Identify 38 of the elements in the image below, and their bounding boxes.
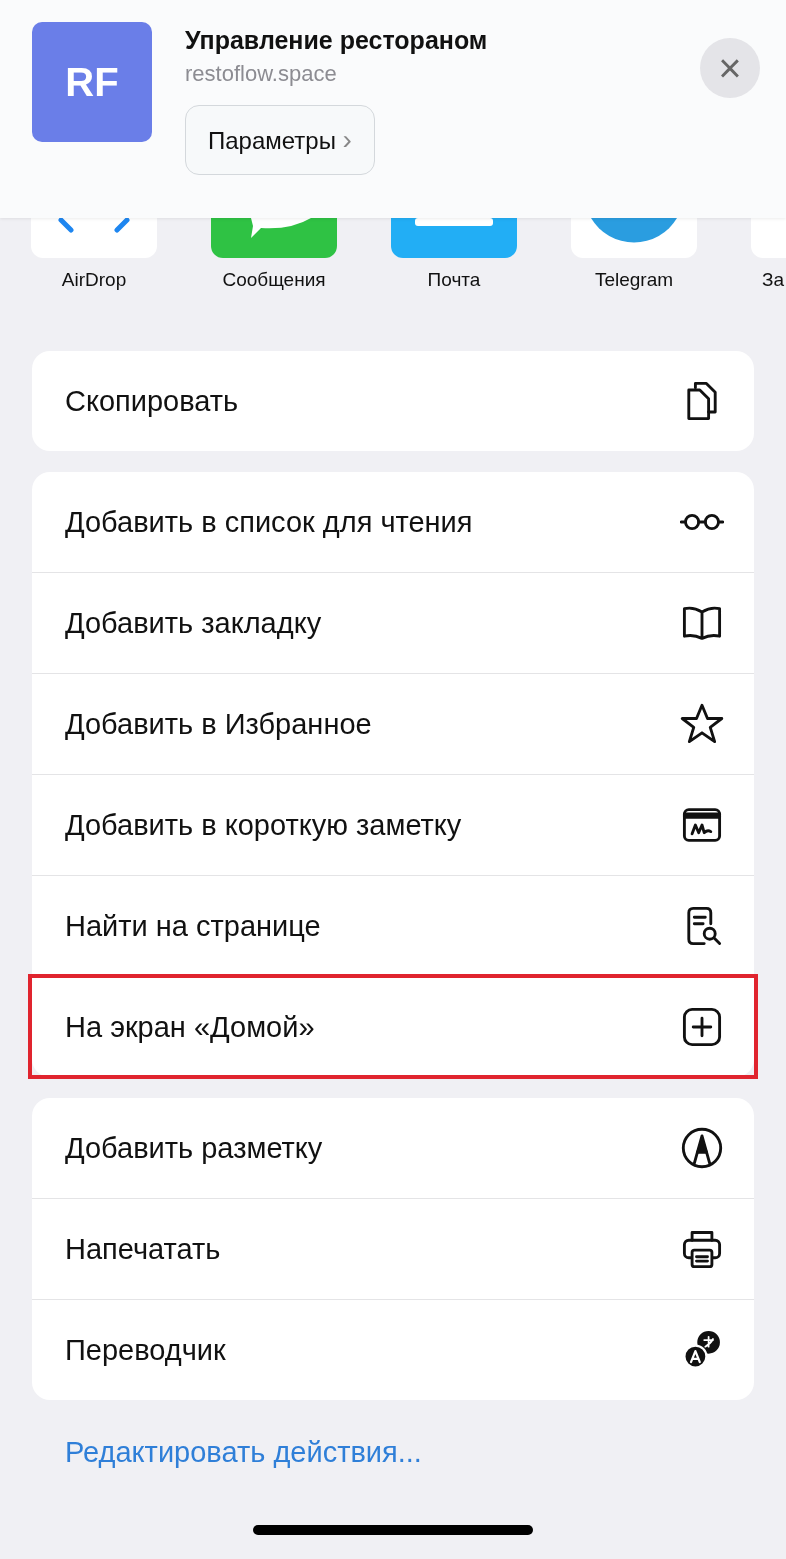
- app-label: За: [762, 269, 785, 291]
- app-icon[interactable]: [31, 218, 157, 258]
- action-item[interactable]: Найти на странице: [32, 875, 754, 976]
- options-button[interactable]: Параметры ›: [185, 105, 375, 175]
- action-label: Напечатать: [65, 1232, 221, 1266]
- action-label: Скопировать: [65, 384, 239, 418]
- app-label: Почта: [427, 269, 481, 291]
- plus-square-icon: [680, 1005, 724, 1049]
- action-label: Добавить в список для чтения: [65, 505, 473, 539]
- action-item[interactable]: Напечатать: [32, 1198, 754, 1299]
- action-label: Добавить в короткую заметку: [65, 808, 462, 842]
- app-icon[interactable]: [211, 218, 337, 258]
- action-item[interactable]: Добавить в короткую заметку: [32, 774, 754, 875]
- app-icon[interactable]: [571, 218, 697, 258]
- app-icon[interactable]: [391, 218, 517, 258]
- page-title: Управление рестораном: [185, 26, 489, 55]
- action-label: На экран «Домой»: [65, 1010, 315, 1044]
- action-label: Переводчик: [65, 1333, 226, 1367]
- action-item[interactable]: Переводчик: [32, 1299, 754, 1400]
- site-logo: RF: [32, 22, 152, 142]
- app-label: Telegram: [594, 269, 674, 291]
- edit-actions-link[interactable]: Редактировать действия...: [65, 1436, 786, 1469]
- action-item[interactable]: Добавить в Избранное: [32, 673, 754, 774]
- action-item[interactable]: Добавить закладку: [32, 572, 754, 673]
- app-label: Сообщения: [222, 269, 326, 291]
- page-url: restoflow.space: [185, 61, 338, 87]
- action-label: Найти на странице: [65, 909, 321, 943]
- action-item[interactable]: Скопировать: [32, 351, 754, 451]
- pen-circle-icon: [680, 1126, 724, 1170]
- star-icon: [680, 702, 724, 746]
- app-label: AirDrop: [61, 269, 127, 291]
- action-label: Добавить разметку: [65, 1131, 323, 1165]
- action-item[interactable]: Добавить разметку: [32, 1098, 754, 1198]
- close-button[interactable]: ×: [700, 38, 760, 98]
- action-label: Добавить в Избранное: [65, 707, 372, 741]
- action-item[interactable]: На экран «Домой»: [30, 976, 756, 1077]
- action-item[interactable]: Добавить в список для чтения: [32, 472, 754, 572]
- action-label: Добавить закладку: [65, 606, 322, 640]
